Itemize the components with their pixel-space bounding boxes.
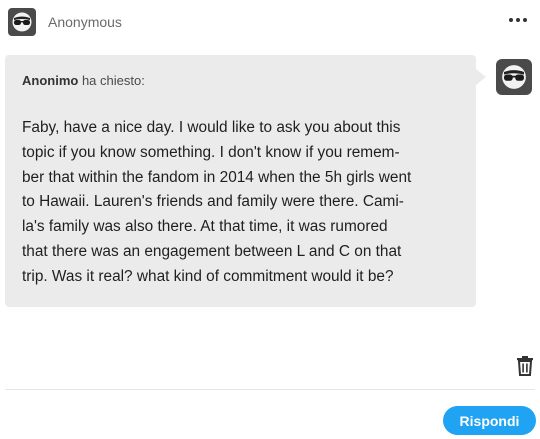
post-header: Anonymous	[8, 8, 122, 36]
ask-bubble: Anonimo ha chiesto: Faby, have a nice da…	[5, 55, 486, 307]
author-avatar[interactable]	[8, 8, 36, 36]
asker-name: Anonimo	[22, 73, 79, 88]
ask-post: Anonymous Anonimo ha chiesto: Faby, have…	[0, 0, 540, 439]
more-dot-icon	[523, 18, 527, 22]
more-options-button[interactable]	[506, 10, 530, 30]
asker-avatar[interactable]	[496, 59, 532, 95]
reply-button[interactable]: Rispondi	[443, 406, 536, 435]
delete-button[interactable]	[514, 355, 536, 377]
divider	[5, 389, 535, 390]
question-text: Faby, have a nice day. I would like to a…	[22, 119, 412, 285]
more-dot-icon	[509, 18, 513, 22]
sunglasses-icon	[502, 65, 526, 89]
trash-icon	[517, 356, 533, 376]
author-name[interactable]: Anonymous	[48, 14, 122, 30]
more-dot-icon	[516, 18, 520, 22]
asked-label: ha chiesto:	[78, 73, 145, 88]
sunglasses-icon	[12, 12, 32, 32]
asker-line: Anonimo ha chiesto:	[22, 71, 460, 91]
